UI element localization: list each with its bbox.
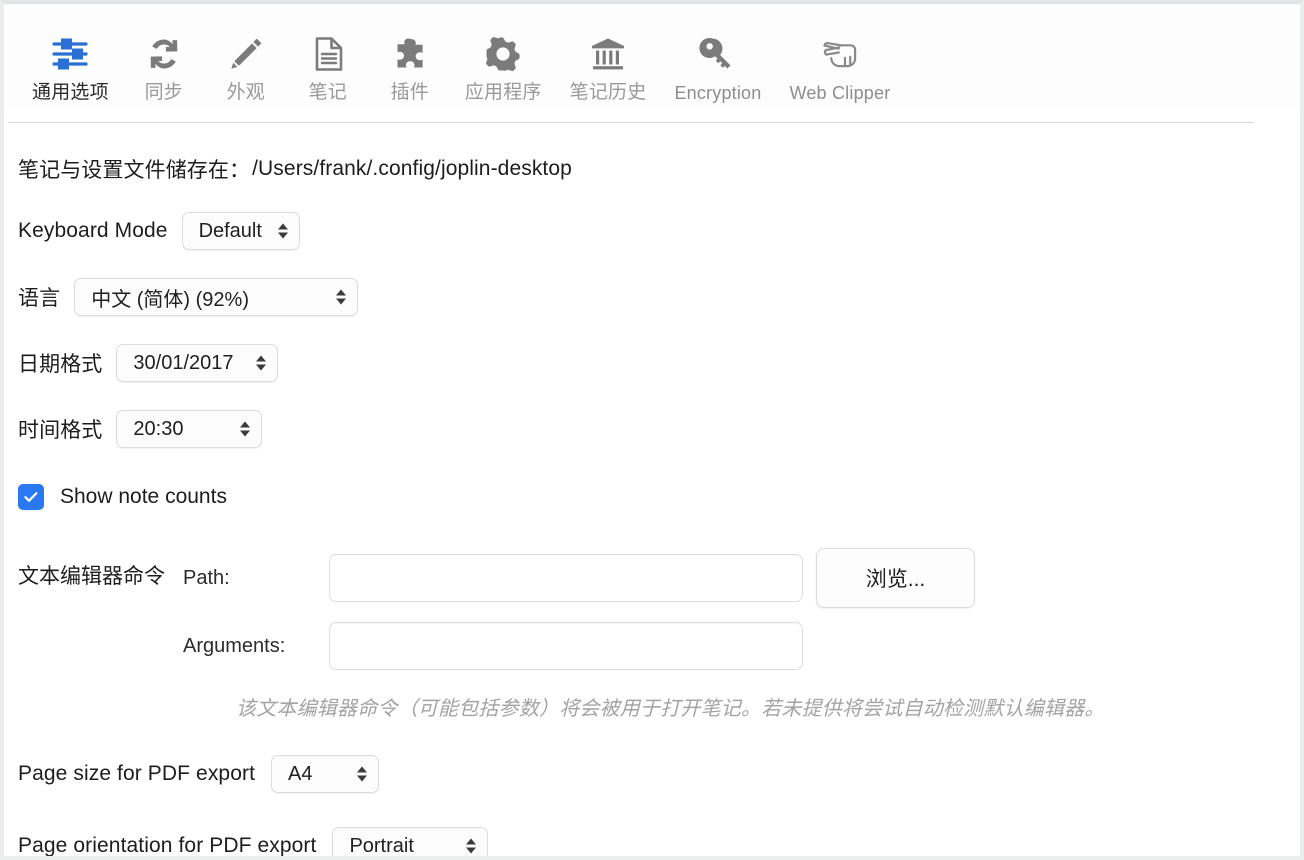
pdf-page-size-row: Page size for PDF export A4 [18,755,1300,793]
chevron-updown-icon [277,223,288,239]
editor-arguments-input[interactable] [329,622,803,670]
tab-sync[interactable]: 同步 [123,28,205,110]
language-label: 语言 [18,287,61,310]
date-format-label: 日期格式 [18,353,103,376]
chevron-updown-icon [357,766,367,782]
editor-path-label: Path: [183,566,230,589]
show-note-counts-label: Show note counts [60,485,227,508]
tab-label: 外观 [226,82,266,103]
editor-arguments-label: Arguments: [183,634,286,657]
language-select[interactable]: 中文 (简体) (92%) [74,278,359,316]
tab-label: 笔记 [308,82,348,103]
tab-note-history[interactable]: 笔记历史 [556,28,661,110]
editor-path-input[interactable] [329,554,803,602]
tab-label: 通用选项 [32,82,109,103]
storage-location-label: 笔记与设置文件储存在： [18,159,251,182]
pdf-page-size-label: Page size for PDF export [18,762,255,785]
keyboard-mode-label: Keyboard Mode [18,219,168,242]
chevron-updown-icon [466,838,477,854]
tab-label: Web Clipper [789,83,891,103]
note-icon [306,28,350,80]
editor-path-row: Path: 浏览... [183,548,975,608]
language-value: 中文 (简体) (92%) [91,288,249,311]
pdf-page-orientation-label: Page orientation for PDF export [18,834,317,857]
check-icon [24,492,38,502]
tab-label: 同步 [144,82,184,103]
tab-label: 插件 [390,82,430,103]
chevron-updown-icon [240,421,251,437]
text-editor-command-fields: Path: 浏览... Arguments: [183,548,975,670]
sync-icon [142,28,186,80]
pdf-page-orientation-value: Portrait [349,834,414,857]
time-format-select[interactable]: 20:30 [116,410,263,448]
settings-window: 通用选项 同步 外观 笔记 插件 应用程序 笔记历史 Encryption We… [0,0,1304,860]
puzzle-icon [388,28,432,80]
settings-tabbar: 通用选项 同步 外观 笔记 插件 应用程序 笔记历史 Encryption We… [4,4,1300,123]
time-format-label: 时间格式 [18,419,103,442]
sliders-icon [48,28,92,80]
tab-label: Encryption [674,83,762,103]
tabbar-divider [8,122,1254,123]
tab-plugins[interactable]: 插件 [369,28,451,110]
time-format-row: 时间格式 20:30 [18,410,1300,448]
tab-notes[interactable]: 笔记 [287,28,369,110]
settings-content: 笔记与设置文件储存在： /Users/frank/.config/joplin-… [4,154,1300,857]
pdf-page-orientation-row: Page orientation for PDF export Portrait [18,827,1300,857]
language-row: 语言 中文 (简体) (92%) [18,278,1300,316]
tab-applications[interactable]: 应用程序 [451,28,556,110]
gear-icon [481,28,525,80]
hand-scissors-icon [817,28,863,80]
storage-location-path: /Users/frank/.config/joplin-desktop [252,157,572,180]
text-editor-command-help: 该文本编辑器命令（可能包括参数）将会被用于打开笔记。若未提供将尝试自动检测默认编… [236,698,1105,720]
text-editor-command-label: 文本编辑器命令 [18,565,165,588]
tab-label: 笔记历史 [569,82,647,103]
date-format-row: 日期格式 30/01/2017 [18,344,1300,382]
keyboard-mode-select[interactable]: Default [181,212,300,250]
storage-location-row: 笔记与设置文件储存在： /Users/frank/.config/joplin-… [18,154,1300,184]
bank-icon [586,28,630,80]
tab-general-options[interactable]: 通用选项 [18,28,123,110]
tab-web-clipper[interactable]: Web Clipper [775,28,904,110]
time-format-value: 20:30 [133,417,184,440]
browse-button[interactable]: 浏览... [816,548,975,608]
tab-appearance[interactable]: 外观 [205,28,287,110]
key-icon [696,28,740,80]
chevron-updown-icon [256,355,267,371]
keyboard-mode-value: Default [198,219,262,242]
pencil-icon [224,28,268,80]
date-format-select[interactable]: 30/01/2017 [116,344,279,382]
keyboard-mode-row: Keyboard Mode Default [18,212,1300,250]
tab-encryption[interactable]: Encryption [660,28,775,110]
chevron-updown-icon [336,289,347,305]
date-format-value: 30/01/2017 [133,351,234,374]
text-editor-command-block: 文本编辑器命令 Path: 浏览... Arguments: [18,548,1300,670]
editor-arguments-row: Arguments: [183,622,975,670]
pdf-page-size-select[interactable]: A4 [271,755,379,793]
show-note-counts-checkbox[interactable] [18,484,44,510]
pdf-page-orientation-select[interactable]: Portrait [332,827,489,857]
tab-label: 应用程序 [464,82,542,103]
pdf-page-size-value: A4 [288,762,313,785]
show-note-counts-row[interactable]: Show note counts [18,484,1300,510]
